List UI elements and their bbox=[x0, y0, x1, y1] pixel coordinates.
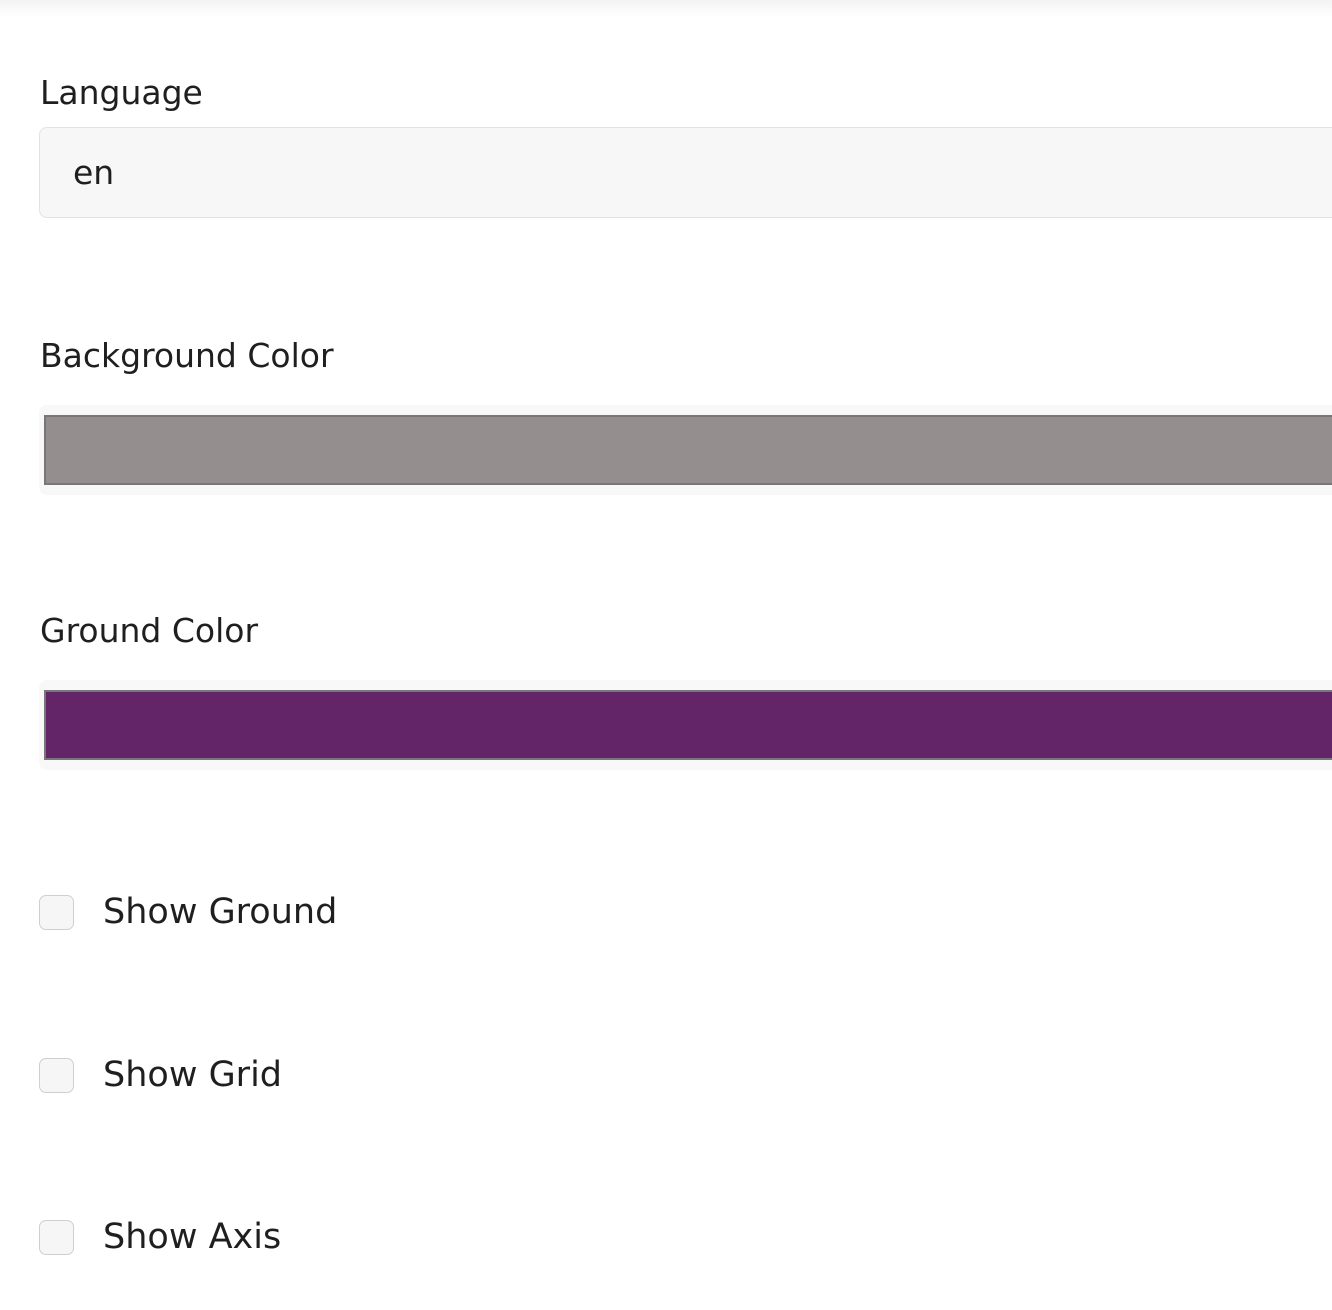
top-shadow bbox=[0, 0, 1332, 18]
show-axis-checkbox[interactable] bbox=[39, 1219, 74, 1255]
background-color-swatch[interactable] bbox=[44, 415, 1332, 485]
show-axis-label: Show Axis bbox=[103, 1217, 282, 1257]
ground-color-swatch[interactable] bbox=[44, 690, 1332, 760]
background-color-picker[interactable] bbox=[39, 405, 1332, 495]
settings-panel: Language Background Color Ground Color S… bbox=[0, 0, 1332, 1310]
show-grid-option[interactable]: Show Grid bbox=[39, 1055, 282, 1095]
ground-color-label: Ground Color bbox=[40, 611, 259, 650]
show-grid-checkbox[interactable] bbox=[39, 1057, 74, 1093]
show-grid-label: Show Grid bbox=[103, 1055, 283, 1095]
show-ground-option[interactable]: Show Ground bbox=[39, 892, 337, 932]
language-input[interactable] bbox=[39, 127, 1332, 218]
show-ground-label: Show Ground bbox=[103, 892, 338, 932]
background-color-label: Background Color bbox=[40, 336, 334, 375]
show-ground-checkbox[interactable] bbox=[39, 894, 74, 930]
language-label: Language bbox=[40, 73, 203, 112]
ground-color-picker[interactable] bbox=[39, 680, 1332, 770]
show-axis-option[interactable]: Show Axis bbox=[39, 1217, 281, 1257]
